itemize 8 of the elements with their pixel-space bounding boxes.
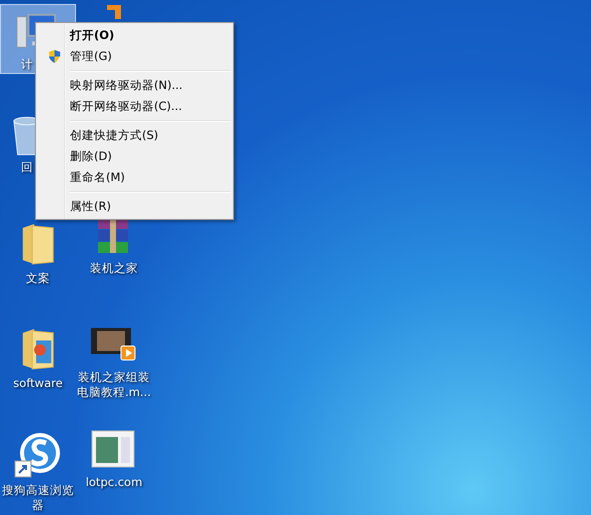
icon-label: 文案 [25, 271, 51, 286]
icon-label: lotpc.com [84, 475, 144, 490]
icon-label: 回 [21, 160, 33, 175]
icon-label: 装机之家 [89, 261, 139, 276]
icon-label: 计 [21, 57, 33, 72]
icon-label: 搜狗高速浏览器 [1, 483, 75, 513]
icon-label: 装机之家组装电脑教程.m... [76, 370, 152, 400]
icon-label: software [12, 376, 64, 391]
